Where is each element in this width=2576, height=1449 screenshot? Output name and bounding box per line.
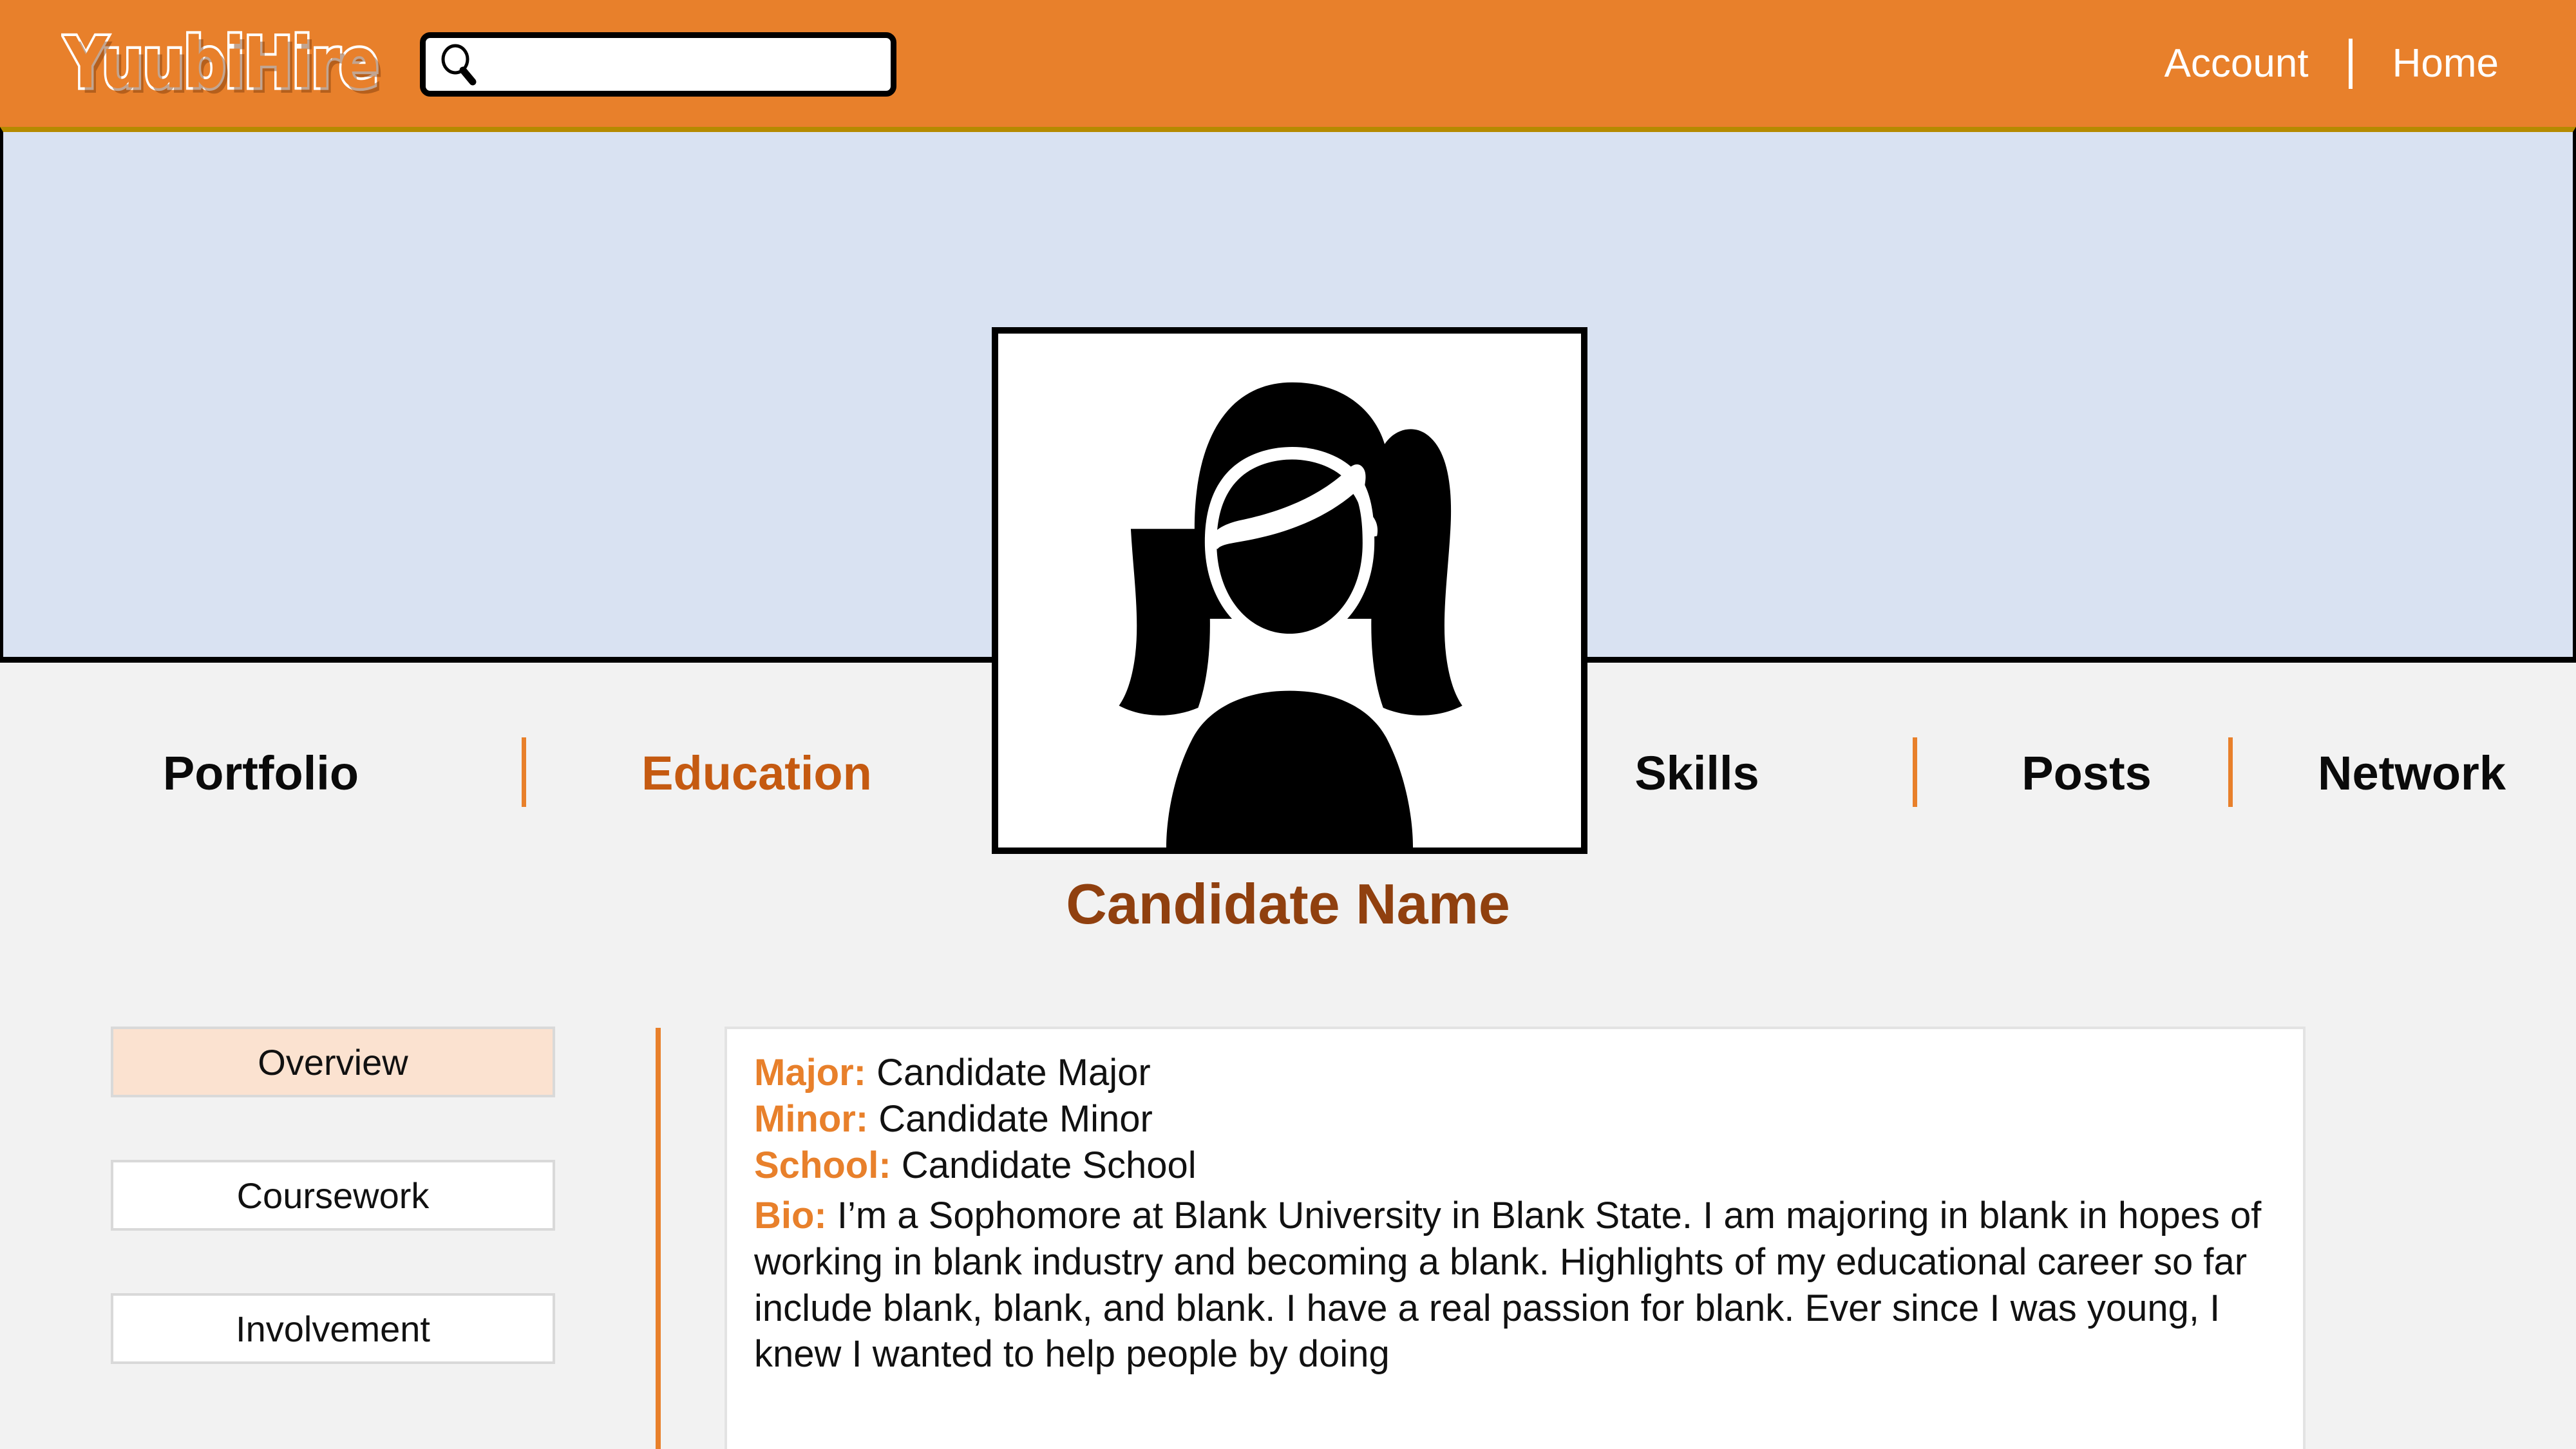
avatar[interactable] [992, 327, 1587, 854]
app-logo[interactable]: YuubiHire [62, 26, 382, 101]
tab-skills[interactable]: Skills [1581, 708, 1813, 837]
tab-education[interactable]: Education [618, 708, 895, 837]
tab-portfolio[interactable]: Portfolio [122, 708, 399, 837]
major-label: Major: [754, 1052, 866, 1094]
major-value: Candidate Major [866, 1052, 1151, 1094]
sidebar-item-coursework[interactable]: Coursework [111, 1160, 555, 1231]
page-title: Candidate Name [1066, 872, 1510, 936]
school-value: Candidate School [891, 1144, 1197, 1186]
sidebar-item-overview[interactable]: Overview [111, 1027, 555, 1097]
tab-divider-2 [1913, 737, 1917, 807]
tab-posts[interactable]: Posts [1971, 708, 2202, 837]
minor-row: Minor: Candidate Minor [754, 1096, 2276, 1142]
minor-value: Candidate Minor [868, 1097, 1153, 1140]
tab-divider-3 [2228, 737, 2233, 807]
bio-row: Bio: I’m a Sophomore at Blank University… [754, 1193, 2276, 1378]
person-avatar-icon [1119, 382, 1463, 848]
education-sidebar: Overview Coursework Involvement [111, 1027, 555, 1426]
profile-page: YuubiHire Account Home Portfolio Educati… [0, 0, 2576, 1449]
nav-link-account[interactable]: Account [2164, 41, 2309, 86]
bio-value: I’m a Sophomore at Blank University in B… [754, 1194, 2262, 1376]
tab-divider-1 [522, 737, 526, 807]
search-icon [441, 44, 477, 86]
sidebar-item-involvement[interactable]: Involvement [111, 1293, 555, 1364]
school-row: School: Candidate School [754, 1142, 2276, 1189]
nav-link-home[interactable]: Home [2392, 41, 2499, 86]
search-input[interactable] [478, 38, 891, 91]
top-navigation: Account Home [2164, 0, 2499, 127]
tab-network[interactable]: Network [2283, 708, 2541, 837]
education-overview-panel: Major: Candidate Major Minor: Candidate … [724, 1027, 2306, 1449]
school-label: School: [754, 1144, 891, 1186]
top-header-bar: YuubiHire Account Home [0, 0, 2576, 127]
sidebar-content-divider [656, 1028, 661, 1449]
minor-label: Minor: [754, 1097, 869, 1140]
bio-label: Bio: [754, 1194, 827, 1236]
nav-divider [2348, 38, 2353, 89]
major-row: Major: Candidate Major [754, 1050, 2276, 1096]
search-box[interactable] [420, 32, 896, 97]
